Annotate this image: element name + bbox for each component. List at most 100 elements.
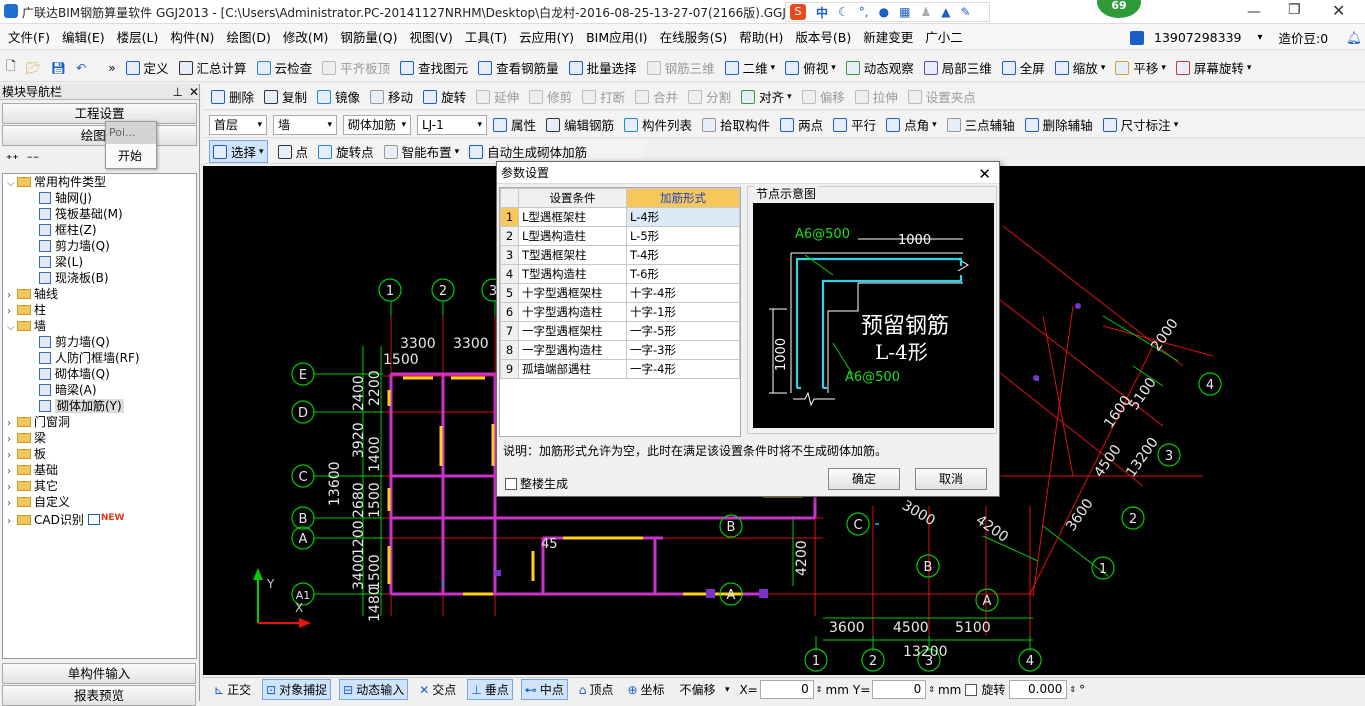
toolbar2-item-6[interactable]: 修剪 [529,87,572,106]
new-file-icon[interactable]: 🗋︎ [6,57,16,78]
table-row[interactable]: 8 一字型遇构造柱 一字-3形 [500,340,740,360]
row-form[interactable]: 十字-4形 [626,283,740,303]
tree-node-21[interactable]: › CAD识别 NEW [3,510,196,527]
restore-button[interactable]: ❐ [1288,2,1302,18]
toolbar2-item-11[interactable]: 偏移 [801,87,845,106]
keyboard-icon[interactable]: ▦ [899,5,910,19]
floor-select[interactable]: 首层 ▾ [209,114,267,135]
menu-item-15[interactable]: 广小二 [919,27,969,46]
toolbar2-item-8[interactable]: 合并 [635,87,678,106]
user-icon[interactable]: ♟ [920,5,931,19]
toolbar3-item-1[interactable]: 编辑钢筋 [546,115,614,134]
table-row[interactable]: 4 T型遇构造柱 T-6形 [500,264,740,284]
toolbar1-item-13[interactable]: 缩放 ▾ [1054,58,1105,77]
rotate-input[interactable]: 0.000 [1009,680,1068,699]
toolbar3-item-0[interactable]: 属性 [493,115,536,134]
status-toggle-3[interactable]: ✕ 交点 [416,680,459,699]
draw-input-button[interactable]: 绘图输 [2,125,197,146]
row-condition[interactable]: L型遇构造柱 [518,226,627,246]
toolbar2-item-10[interactable]: 对齐 ▾ [741,87,792,106]
table-row[interactable]: 9 孤墙端部遇柱 一字-4形 [500,359,740,379]
tree-node-7[interactable]: › 轴线 [3,286,196,302]
menu-item-7[interactable]: 视图(V) [403,27,458,46]
spinner-icon[interactable]: ⇕ [928,685,935,694]
toolbar1-item-3[interactable]: 平齐板顶 [322,58,390,77]
toolbar1-item-5[interactable]: 查看钢筋量 [478,58,559,77]
toolbar2-item-5[interactable]: 延伸 [476,87,519,106]
status-toggle-4[interactable]: ⊥ 垂点 [467,679,513,700]
table-row[interactable]: 5 十字型遇框架柱 十字-4形 [500,283,740,303]
row-condition[interactable]: 一字型遇构造柱 [518,340,627,360]
toolbar2-item-3[interactable]: 移动 [370,87,413,106]
panel-close-icon[interactable]: ✕ [189,85,199,99]
whole-building-checkbox[interactable] [505,477,517,490]
table-row[interactable]: 2 L型遇构造柱 L-5形 [500,226,740,246]
open-file-icon[interactable]: 📂︎ [26,61,41,75]
single-component-input-button[interactable]: 单构件输入 [2,663,196,684]
popup-item-start[interactable]: 开始 [106,144,156,167]
whole-building-label[interactable]: 整楼生成 [520,475,568,492]
row-condition[interactable]: 十字型遇构造柱 [518,302,627,322]
row-condition[interactable]: T型遇构造柱 [518,264,627,284]
row-form[interactable]: L-5形 [626,226,740,246]
toolbar3-item-4[interactable]: 两点 [780,115,823,134]
tree-node-13[interactable]: 暗梁(A) [3,382,196,398]
toolbar1-item-14[interactable]: 平移 ▾ [1115,58,1166,77]
toolbar2-item-9[interactable]: 分割 [688,87,731,106]
tree-node-6[interactable]: 现浇板(B) [3,270,196,286]
row-form[interactable]: 十字-1形 [626,302,740,322]
tree-node-20[interactable]: › 自定义 [3,494,196,510]
component-name-select[interactable]: LJ-1 ▾ [417,114,487,135]
toolbar1-item-10[interactable]: 动态观察 [845,58,914,77]
popup-item-poi[interactable]: Poi... [106,122,156,144]
row-form[interactable]: T-4形 [626,245,740,265]
row-condition[interactable]: 一字型遇框架柱 [518,321,627,341]
toolbar1-item-11[interactable]: 局部三维 [923,58,992,77]
row-form[interactable]: 一字-4形 [626,359,740,379]
menu-item-13[interactable]: 版本号(B) [789,27,857,46]
row-form[interactable]: L-4形 [626,207,740,227]
status-toggle-7[interactable]: ⊕ 坐标 [624,680,667,699]
toolbar1-item-1[interactable]: 汇总计算 [178,58,247,77]
tree-node-15[interactable]: › 门窗洞 [3,414,196,430]
pin-icon[interactable]: ⊥ [172,85,182,99]
row-condition[interactable]: L型遇框架柱 [518,207,627,227]
tree-node-9[interactable]: ⌵ 墙 [3,318,196,334]
toolbar1-item-15[interactable]: 屏幕旋转 ▾ [1175,58,1251,77]
expand-all-icon[interactable]: ⁺⁺ [6,152,19,166]
toolbar3-item-7[interactable]: 三点辅轴 [946,115,1015,134]
collapse-all-icon[interactable]: ⁻⁻ [27,152,40,166]
toolbar1-item-9[interactable]: 俯视 ▾ [785,58,836,77]
engineering-settings-button[interactable]: 工程设置 [2,103,197,124]
toolbar1-item-0[interactable]: 定义 [125,58,169,77]
tree-node-1[interactable]: 轴网(J) [3,190,196,206]
toolbar1-item-8[interactable]: 二维 ▾ [724,58,775,77]
toolbar2-item-1[interactable]: 复制 [264,87,307,106]
x-coord-input[interactable]: 0 [759,680,814,699]
menu-item-8[interactable]: 工具(T) [459,27,513,46]
status-toggle-6[interactable]: ⌂ 顶点 [576,680,617,699]
toolbar3-item-3[interactable]: 拾取构件 [702,115,770,134]
toolbar3-item-5[interactable]: 平行 [833,115,876,134]
row-condition[interactable]: T型遇框架柱 [518,245,627,265]
toolbar2-item-2[interactable]: 镜像 [317,87,360,106]
tree-node-4[interactable]: 剪力墙(Q) [3,238,196,254]
cancel-button[interactable]: 取消 [915,468,987,490]
undo-icon[interactable]: ↶ [76,61,86,75]
subtype-select[interactable]: 砌体加筋 ▾ [343,114,411,135]
toolbar1-item-2[interactable]: 云检查 [256,58,312,77]
whole-building-option[interactable]: 整楼生成 [505,475,568,492]
toolbar4-item-0[interactable]: 选择 ▾ [209,140,268,163]
account-phone[interactable]: 13907298339 [1148,30,1247,45]
toolbar2-item-0[interactable]: 删除 [211,87,254,106]
toolbar1-item-4[interactable]: 查找图元 [400,58,468,77]
status-toggle-2[interactable]: ⊟ 动态输入 [339,679,409,700]
offset-select[interactable]: 不偏移 ▾ [676,680,734,700]
punct-icon[interactable]: °, [859,5,869,19]
ime-mode[interactable]: 中 [816,4,828,21]
toolbar4-item-2[interactable]: 旋转点 [318,142,374,161]
tree-node-16[interactable]: › 梁 [3,430,196,446]
menu-item-2[interactable]: 楼层(L) [111,27,165,46]
tree-node-8[interactable]: › 柱 [3,302,196,318]
tree-node-17[interactable]: › 板 [3,446,196,462]
